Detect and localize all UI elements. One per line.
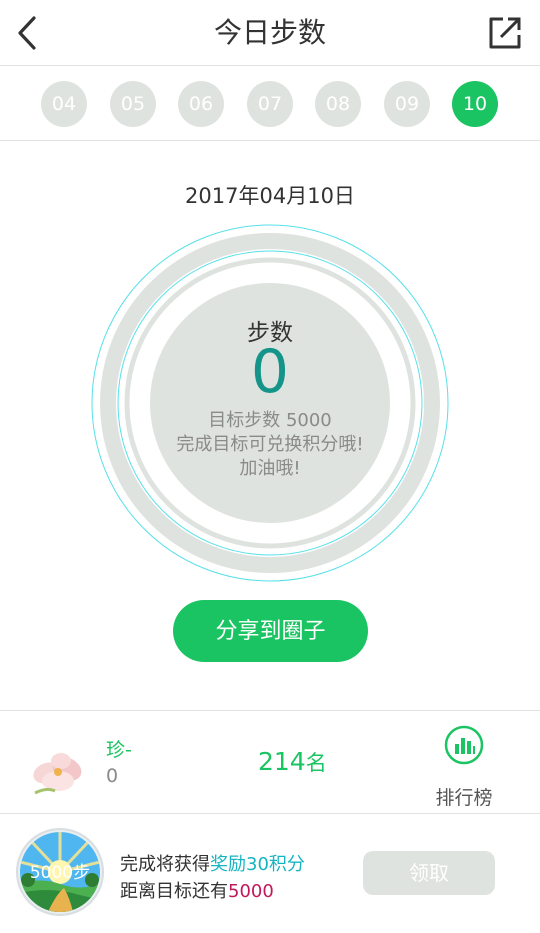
ranking-row: 珍- 0 214名 排行榜	[0, 711, 540, 813]
day-tab-selected[interactable]: 10	[452, 81, 498, 127]
sunshine-badge-icon: 5000步	[16, 828, 104, 916]
leaderboard-button[interactable]: 排行榜	[428, 723, 500, 809]
leaderboard-label: 排行榜	[435, 787, 493, 809]
external-share-icon	[489, 17, 521, 49]
badge-text: 5000步	[30, 863, 90, 883]
rank-position: 214名	[258, 747, 327, 777]
goal-steps: 目标步数 5000	[208, 410, 332, 431]
top-nav-bar: 今日步数	[0, 0, 540, 66]
page-title: 今日步数	[213, 16, 326, 49]
claim-button[interactable]: 领取	[363, 851, 495, 895]
day-tab[interactable]: 04	[41, 81, 87, 127]
rank-number: 214	[258, 747, 306, 776]
cheer-text: 加油哦!	[239, 458, 301, 479]
day-tab[interactable]: 06	[178, 81, 224, 127]
day-tab[interactable]: 05	[110, 81, 156, 127]
current-date: 2017年04月10日	[185, 184, 355, 208]
goal-hint: 完成目标可兑换积分哦!	[176, 434, 364, 455]
day-selector: 04 05 06 07 08 09 10	[0, 66, 540, 141]
step-progress-ring: 步数 0 目标步数 5000 完成目标可兑换积分哦! 加油哦!	[90, 223, 450, 583]
remaining-steps: 5000	[228, 881, 274, 902]
remaining-info: 距离目标还有5000	[120, 877, 274, 903]
reward-info: 完成将获得奖励30积分	[120, 850, 305, 876]
day-tab[interactable]: 07	[247, 81, 293, 127]
reward-row: 5000步 完成将获得奖励30积分 距离目标还有5000 领取	[0, 814, 540, 933]
share-to-circle-button[interactable]: 分享到圈子	[173, 600, 368, 662]
reward-prefix: 完成将获得	[120, 854, 210, 875]
steps-value: 0	[250, 337, 290, 407]
day-tab[interactable]: 08	[315, 81, 361, 127]
user-name: 珍-	[106, 739, 132, 761]
day-tab[interactable]: 09	[384, 81, 430, 127]
flower-avatar-icon[interactable]	[27, 739, 89, 801]
rank-suffix: 名	[305, 751, 327, 775]
reward-points: 奖励30积分	[210, 854, 305, 875]
user-steps: 0	[106, 765, 119, 787]
share-button[interactable]	[486, 14, 524, 52]
remaining-prefix: 距离目标还有	[120, 881, 228, 902]
bar-chart-icon	[444, 725, 484, 765]
goal-badge: 5000步	[16, 828, 104, 916]
